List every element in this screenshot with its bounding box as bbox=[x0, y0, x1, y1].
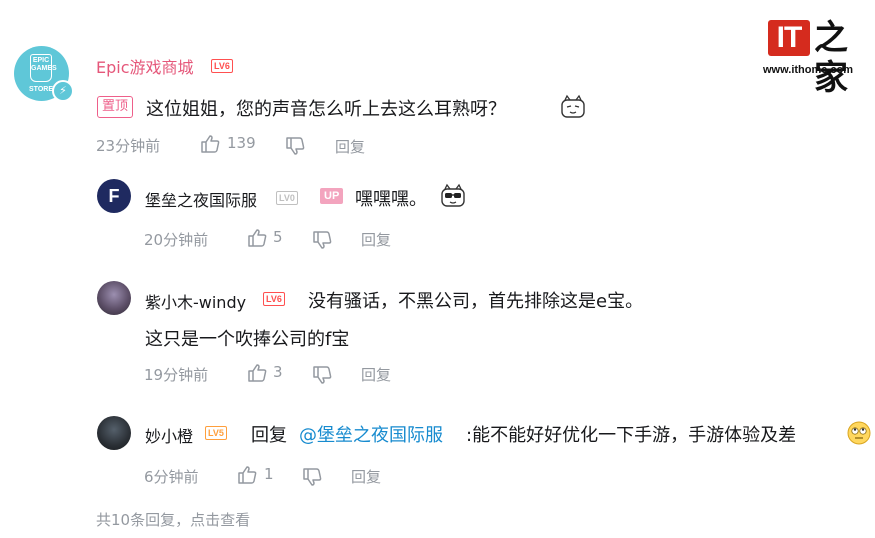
like-icon[interactable] bbox=[246, 362, 268, 384]
reply-button[interactable]: 回复 bbox=[335, 136, 365, 157]
pinned-badge: 置顶 bbox=[97, 96, 134, 118]
reply-time: 20分钟前 bbox=[144, 231, 209, 249]
sunglasses-face-emoji-icon bbox=[440, 183, 466, 209]
reply-time: 19分钟前 bbox=[144, 366, 209, 384]
user-avatar[interactable] bbox=[97, 281, 131, 315]
like-count: 5 bbox=[273, 228, 283, 246]
reply-text-line2: 这只是一个吹捧公司的f宝 bbox=[145, 329, 350, 350]
reply-text-line1: 没有骚话，不黑公司，首先排除这是e宝。 bbox=[308, 291, 644, 312]
reply-time: 6分钟前 bbox=[144, 468, 199, 486]
mention-link[interactable]: @堡垒之夜国际服 bbox=[299, 421, 443, 447]
dislike-icon[interactable] bbox=[284, 135, 306, 157]
ithome-logo: IT bbox=[768, 20, 810, 56]
user-avatar[interactable] bbox=[97, 416, 131, 450]
dislike-icon[interactable] bbox=[311, 229, 333, 251]
comment-text: 这位姐姐，您的声音怎么听上去这么耳熟呀？ bbox=[146, 99, 506, 120]
epic-avatar[interactable]: EPIC GAMES STORE ⚡ bbox=[14, 46, 74, 102]
comment-time: 23分钟前 bbox=[96, 137, 161, 155]
dislike-icon[interactable] bbox=[301, 466, 323, 488]
smug-face-emoji-icon bbox=[560, 94, 586, 120]
reply-button[interactable]: 回复 bbox=[361, 229, 391, 250]
store-label: STORE bbox=[29, 86, 53, 93]
level-badge: LV0 bbox=[276, 191, 298, 205]
more-replies-link[interactable]: 共10条回复，点击查看 bbox=[96, 509, 250, 530]
fortnite-avatar[interactable]: F bbox=[97, 179, 131, 213]
up-badge: UP bbox=[320, 188, 344, 204]
like-icon[interactable] bbox=[246, 227, 268, 249]
like-count: 139 bbox=[227, 134, 256, 152]
epic-logo-icon: EPIC GAMES bbox=[30, 54, 57, 82]
level-badge: LV6 bbox=[263, 292, 285, 306]
reply-author[interactable]: 紫小木-windy bbox=[145, 289, 246, 313]
reply-text: 嘿嘿嘿。 bbox=[355, 189, 427, 210]
rolling-eyes-emoji-icon bbox=[846, 420, 872, 446]
comment-author[interactable]: Epic游戏商城 bbox=[96, 54, 194, 78]
like-count: 3 bbox=[273, 363, 283, 381]
reply-prefix: 回复 bbox=[251, 425, 287, 446]
level-badge: LV6 bbox=[211, 59, 233, 73]
like-count: 1 bbox=[264, 465, 274, 483]
reply-text: :能不能好好优化一下手游，手游体验及差 bbox=[466, 425, 797, 446]
lightning-badge-icon: ⚡ bbox=[52, 80, 74, 102]
reply-button[interactable]: 回复 bbox=[361, 364, 391, 385]
dislike-icon[interactable] bbox=[311, 364, 333, 386]
reply-author[interactable]: 妙小橙 bbox=[145, 423, 193, 447]
ithome-logo-chars: 之家 bbox=[814, 18, 848, 98]
like-icon[interactable] bbox=[236, 464, 258, 486]
reply-button[interactable]: 回复 bbox=[351, 466, 381, 487]
reply-author[interactable]: 堡垒之夜国际服 bbox=[145, 187, 257, 211]
ithome-url: www.ithome.com bbox=[763, 64, 854, 76]
level-badge: LV5 bbox=[205, 426, 227, 440]
like-icon[interactable] bbox=[199, 133, 221, 155]
